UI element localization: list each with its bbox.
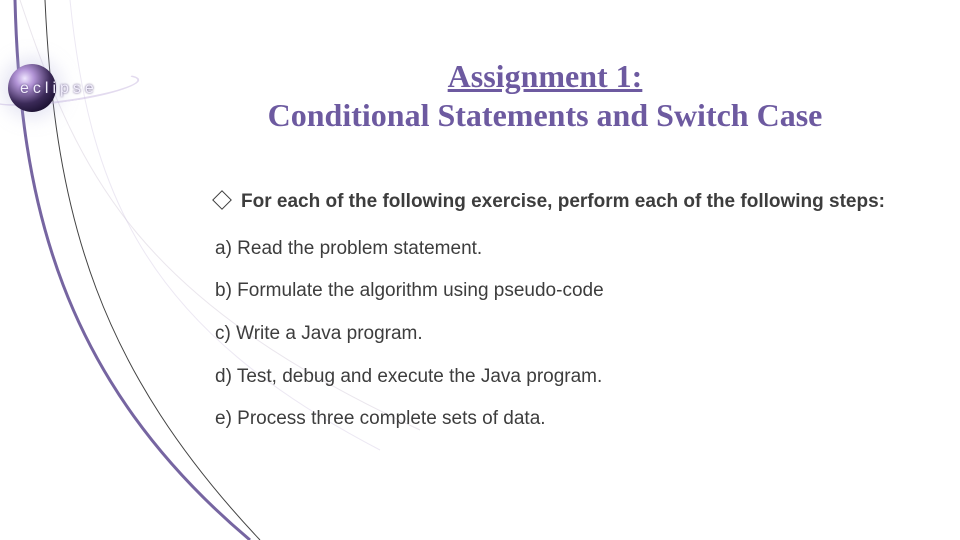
logo-wordmark: eclipse [20, 80, 98, 98]
diamond-bullet-icon [212, 190, 232, 210]
steps-list: a) Read the problem statement. b) Formul… [215, 237, 900, 432]
step-item: c) Write a Java program. [215, 322, 900, 347]
step-item: e) Process three complete sets of data. [215, 407, 900, 432]
intro-text: For each of the following exercise, perf… [215, 190, 900, 215]
slide-title: Assignment 1: Conditional Statements and… [160, 58, 930, 134]
slide-content: For each of the following exercise, perf… [215, 190, 900, 450]
title-line-2: Conditional Statements and Switch Case [160, 97, 930, 134]
eclipse-logo: eclipse [0, 60, 130, 115]
step-item: b) Formulate the algorithm using pseudo-… [215, 279, 900, 304]
step-item: d) Test, debug and execute the Java prog… [215, 365, 900, 390]
intro-label: For each of the following exercise, perf… [241, 191, 885, 212]
title-line-1: Assignment 1: [160, 58, 930, 95]
step-item: a) Read the problem statement. [215, 237, 900, 262]
slide: eclipse Assignment 1: Conditional Statem… [0, 0, 960, 540]
